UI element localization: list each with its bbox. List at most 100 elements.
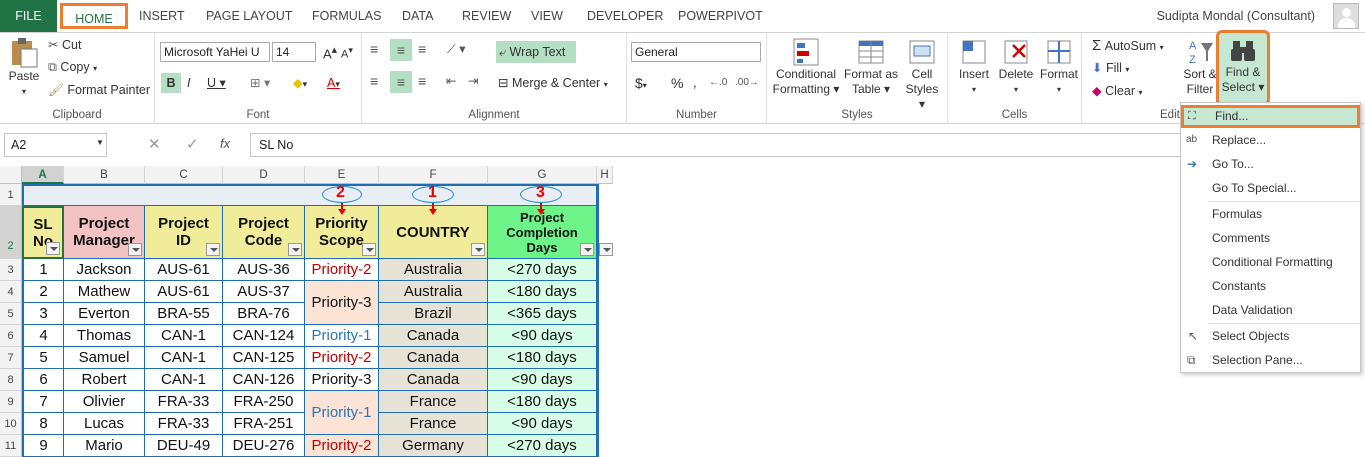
menu-item-find[interactable]: ⛶ Find... [1181, 105, 1360, 128]
menu-item-data-validation[interactable]: Data Validation [1181, 299, 1360, 321]
percent-button[interactable]: % [671, 75, 683, 91]
priority-cell[interactable]: Priority-1 [305, 325, 379, 347]
column-header-d[interactable]: D [223, 166, 305, 184]
shrink-font-icon[interactable]: A▾ [341, 45, 353, 61]
table-cell-mgr[interactable]: Everton [64, 303, 145, 325]
row-header-5[interactable]: 5 [0, 303, 22, 325]
table-cell-days[interactable]: <90 days [488, 413, 597, 435]
wrap-text-button[interactable]: ⤶ Wrap Text [496, 41, 576, 63]
currency-button[interactable]: $▾ [635, 75, 647, 91]
row-header-10[interactable]: 10 [0, 413, 22, 435]
table-cell-pid[interactable]: AUS-61 [145, 281, 223, 303]
priority-cell[interactable]: Priority-2 [305, 259, 379, 281]
table-cell-pid[interactable]: DEU-49 [145, 435, 223, 457]
priority-cell[interactable]: Priority-3 [305, 369, 379, 391]
tab-home[interactable]: HOME [60, 3, 128, 29]
menu-item-go-to-special[interactable]: Go To Special... [1181, 177, 1360, 199]
table-cell-code[interactable]: CAN-125 [223, 347, 305, 369]
menu-item-comments[interactable]: Comments [1181, 227, 1360, 249]
table-cell-days[interactable]: <180 days [488, 391, 597, 413]
table-cell-sl[interactable]: 7 [22, 391, 64, 413]
table-cell-pid[interactable]: BRA-55 [145, 303, 223, 325]
row-header-7[interactable]: 7 [0, 347, 22, 369]
find-select-button[interactable]: Find & Select ▾ [1216, 30, 1270, 106]
header-project-code[interactable]: Project Code [223, 206, 305, 259]
table-cell-days[interactable]: <270 days [488, 259, 597, 281]
row-header-11[interactable]: 11 [0, 435, 22, 457]
filter-dropdown-icon[interactable] [128, 243, 142, 256]
row-header-6[interactable]: 6 [0, 325, 22, 347]
top-align-icon[interactable]: ≡ [370, 41, 378, 57]
priority-cell[interactable]: Priority-2 [305, 435, 379, 457]
cell-styles-button[interactable]: Cell Styles ▾ [901, 37, 943, 112]
column-header-b[interactable]: B [64, 166, 145, 184]
menu-item-go-to[interactable]: ➔ Go To... [1181, 153, 1360, 175]
format-painter-button[interactable]: 🖌 Format Painter [48, 83, 150, 98]
menu-item-selection-pane[interactable]: ⧉ Selection Pane... [1181, 349, 1360, 371]
column-header-f[interactable]: F [379, 166, 488, 184]
row-header-9[interactable]: 9 [0, 391, 22, 413]
table-cell-pid[interactable]: FRA-33 [145, 413, 223, 435]
orientation-icon[interactable]: ⟋ ▾ [447, 41, 466, 57]
paste-button[interactable]: Paste ▾ [6, 37, 42, 99]
autosum-button[interactable]: Σ AutoSum ▾ [1092, 37, 1164, 54]
comma-button[interactable]: , [693, 75, 697, 90]
clear-button[interactable]: ◆ Clear ▾ [1092, 83, 1142, 98]
table-cell-country[interactable]: France [379, 391, 488, 413]
tab-insert[interactable]: INSERT [139, 0, 185, 32]
table-cell-days[interactable]: <180 days [488, 347, 597, 369]
table-cell-sl[interactable]: 4 [22, 325, 64, 347]
table-cell-pid[interactable]: FRA-33 [145, 391, 223, 413]
fill-color-icon[interactable]: ◆▾ [293, 73, 307, 94]
table-cell-country[interactable]: France [379, 413, 488, 435]
tab-formulas[interactable]: FORMULAS [312, 0, 381, 32]
menu-item-select-objects[interactable]: ↖ Select Objects [1181, 325, 1360, 347]
grow-font-icon[interactable]: A▴ [323, 43, 337, 61]
bold-button[interactable]: B [161, 73, 181, 93]
tab-page-layout[interactable]: PAGE LAYOUT [206, 0, 292, 32]
filter-dropdown-icon[interactable] [471, 243, 485, 256]
header-project-manager[interactable]: Project Manager [64, 206, 145, 259]
table-cell-code[interactable]: CAN-124 [223, 325, 305, 347]
menu-item-replace[interactable]: ab Replace... [1181, 129, 1360, 151]
table-cell-country[interactable]: Australia [379, 281, 488, 303]
row-header-4[interactable]: 4 [0, 281, 22, 303]
table-cell-sl[interactable]: 1 [22, 259, 64, 281]
copy-button[interactable]: ⧉ Copy ▾ [48, 60, 97, 75]
bottom-align-icon[interactable]: ≡ [418, 41, 426, 57]
menu-item-conditional-formatting[interactable]: Conditional Formatting [1181, 251, 1360, 273]
filter-dropdown-icon[interactable] [362, 243, 376, 256]
table-cell-pid[interactable]: CAN-1 [145, 347, 223, 369]
row-header-2[interactable]: 2 [0, 206, 22, 259]
table-cell-mgr[interactable]: Jackson [64, 259, 145, 281]
font-color-icon[interactable]: A▾ [327, 73, 340, 94]
table-cell-pid[interactable]: AUS-61 [145, 259, 223, 281]
table-cell-mgr[interactable]: Samuel [64, 347, 145, 369]
table-cell-sl[interactable]: 6 [22, 369, 64, 391]
align-center-icon[interactable]: ≡ [390, 71, 412, 93]
table-cell-sl[interactable]: 2 [22, 281, 64, 303]
priority-cell[interactable]: Priority-1 [305, 391, 379, 435]
tab-file[interactable]: FILE [0, 0, 57, 32]
table-cell-sl[interactable]: 5 [22, 347, 64, 369]
filter-dropdown-icon[interactable] [580, 243, 594, 256]
user-name[interactable]: Sudipta Mondal (Consultant) [1157, 0, 1315, 32]
filter-dropdown-icon[interactable] [46, 242, 60, 255]
fill-button[interactable]: ⬇ Fill ▾ [1092, 60, 1129, 75]
underline-button[interactable]: U ▾ [207, 73, 226, 93]
table-cell-country[interactable]: Canada [379, 325, 488, 347]
table-cell-mgr[interactable]: Olivier [64, 391, 145, 413]
enter-icon[interactable]: ✓ [186, 135, 199, 153]
select-all-corner[interactable] [0, 166, 22, 184]
column-header-c[interactable]: C [145, 166, 223, 184]
row-header-1[interactable]: 1 [0, 184, 22, 206]
table-cell-code[interactable]: CAN-126 [223, 369, 305, 391]
header-sl-no[interactable]: SL No [22, 206, 64, 259]
delete-cells-button[interactable]: Delete ▾ [996, 37, 1036, 97]
table-cell-code[interactable]: AUS-37 [223, 281, 305, 303]
table-cell-days[interactable]: <90 days [488, 325, 597, 347]
table-cell-pid[interactable]: CAN-1 [145, 369, 223, 391]
column-header-e[interactable]: E [305, 166, 379, 184]
table-cell-days[interactable]: <270 days [488, 435, 597, 457]
middle-align-icon[interactable]: ≡ [390, 39, 412, 61]
